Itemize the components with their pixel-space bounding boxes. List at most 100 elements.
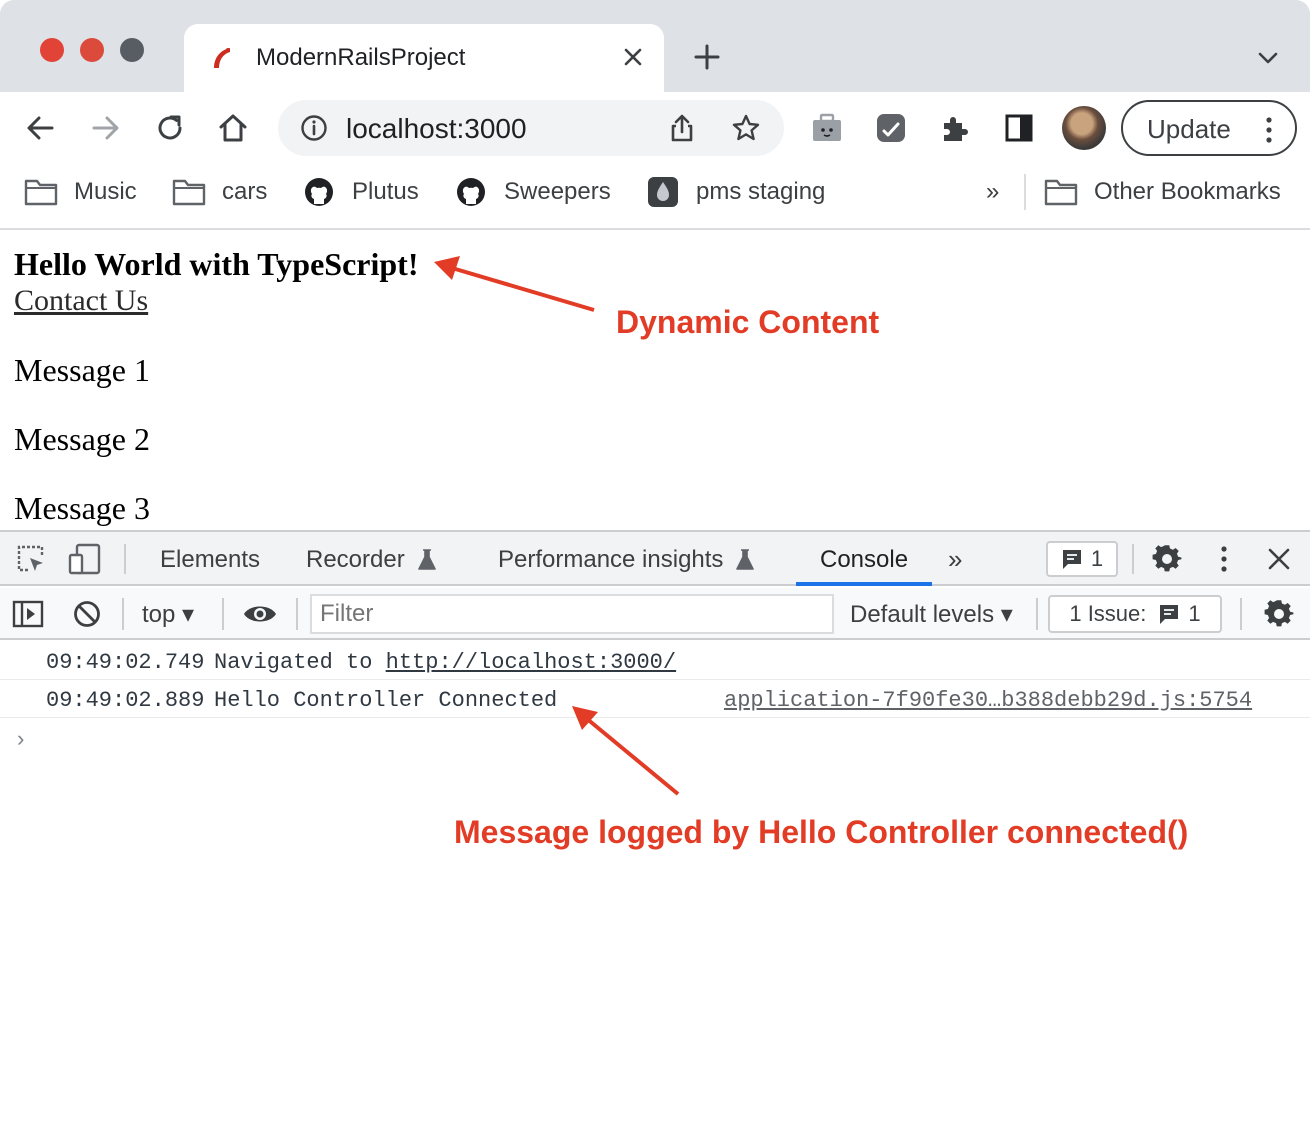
- folder-icon: [24, 179, 58, 206]
- active-tab[interactable]: ModernRailsProject: [184, 24, 664, 92]
- bookmark-label: Sweepers: [504, 178, 611, 205]
- issues-label: 1 Issue:: [1069, 601, 1147, 626]
- toolbar-divider: [122, 598, 124, 630]
- bookmark-plutus[interactable]: Plutus: [302, 176, 419, 208]
- new-tab-icon[interactable]: [692, 42, 722, 72]
- bookmark-star-icon[interactable]: [730, 112, 762, 144]
- reload-icon[interactable]: [153, 111, 187, 145]
- page-heading: Hello World with TypeScript!: [14, 246, 419, 282]
- log-text: Navigated to: [214, 650, 373, 675]
- devtools-tab-bar: Elements Recorder Performance insights C…: [0, 532, 1310, 586]
- bookmark-pms-staging[interactable]: pms staging: [646, 176, 825, 208]
- message-item: Message 2: [14, 421, 150, 457]
- extension-link-icon[interactable]: [874, 111, 908, 145]
- issues-button[interactable]: 1 Issue: 1: [1048, 595, 1222, 633]
- log-message: Navigated to http://localhost:3000/: [214, 650, 676, 675]
- update-button[interactable]: Update: [1121, 100, 1297, 156]
- tab-console[interactable]: Console: [820, 546, 908, 574]
- home-icon[interactable]: [216, 111, 250, 145]
- sidebar-toggle-icon[interactable]: [12, 600, 44, 628]
- zoom-window-button[interactable]: [120, 38, 144, 62]
- message-logged-annotation: Message logged by Hello Controller conne…: [454, 814, 1189, 850]
- bookmark-sweepers[interactable]: Sweepers: [454, 176, 611, 208]
- more-vertical-icon[interactable]: [1216, 544, 1232, 574]
- issues-count: 1: [1188, 601, 1201, 626]
- console-settings-gear-icon[interactable]: [1264, 599, 1294, 629]
- forward-arrow-icon[interactable]: [88, 111, 122, 145]
- site-info-icon[interactable]: [300, 114, 328, 142]
- filter-input[interactable]: [310, 594, 834, 634]
- tab-label: Performance insights: [498, 546, 724, 573]
- bookmark-label: pms staging: [696, 178, 826, 205]
- chevron-down-icon[interactable]: [1256, 46, 1280, 70]
- github-icon: [457, 178, 485, 206]
- dynamic-content-annotation: Dynamic Content: [616, 304, 880, 340]
- github-icon: [305, 178, 333, 206]
- console-log-row: 09:49:02.889 Hello Controller Connected …: [0, 680, 1310, 718]
- tab-label: Elements: [160, 546, 261, 573]
- more-tabs-button[interactable]: »: [948, 544, 962, 575]
- clear-console-icon[interactable]: [72, 599, 102, 629]
- rails-favicon-icon: [214, 48, 230, 68]
- active-tab-indicator: [796, 582, 932, 586]
- context-selector[interactable]: top ▾: [142, 600, 194, 629]
- message-item: Message 1: [14, 352, 150, 388]
- log-source-link[interactable]: application-7f90fe30…b388debb29d.js:5754: [724, 688, 1252, 713]
- droplet-icon: [648, 177, 678, 207]
- toolbar-divider: [1036, 598, 1038, 630]
- side-panel-icon[interactable]: [1002, 111, 1036, 145]
- contact-us-link[interactable]: Contact Us: [14, 284, 148, 318]
- tab-elements[interactable]: Elements: [160, 546, 260, 574]
- tab-label: Recorder: [306, 546, 405, 573]
- close-devtools-icon[interactable]: [1266, 546, 1292, 572]
- more-vertical-icon[interactable]: [1261, 116, 1277, 144]
- console-toolbar: top ▾ Default levels ▾ 1 Issue: 1: [0, 588, 1310, 640]
- bookmarks-bar: Music cars Plutus Sweepers pms staging »: [0, 164, 1310, 230]
- console-messages-badge[interactable]: 1: [1046, 541, 1118, 577]
- bookmark-music[interactable]: Music: [24, 176, 137, 208]
- tab-performance-insights[interactable]: Performance insights: [498, 546, 755, 574]
- tab-strip: ModernRailsProject: [0, 0, 1310, 92]
- bookmark-label: cars: [222, 178, 268, 205]
- toolbar-divider: [222, 598, 224, 630]
- bookmark-label: Plutus: [352, 178, 419, 205]
- folder-icon: [172, 179, 206, 206]
- live-expression-eye-icon[interactable]: [242, 602, 278, 626]
- back-arrow-icon[interactable]: [24, 111, 58, 145]
- extensions-puzzle-icon[interactable]: [938, 111, 972, 145]
- experimental-flask-icon: [736, 549, 755, 570]
- bookmark-cars[interactable]: cars: [172, 176, 267, 208]
- url-text[interactable]: localhost:3000: [346, 113, 527, 145]
- tab-title: ModernRailsProject: [256, 44, 466, 71]
- share-icon[interactable]: [666, 112, 698, 144]
- tab-label: Console: [820, 546, 909, 573]
- bookmark-label: Other Bookmarks: [1094, 178, 1281, 205]
- bookmarks-overflow-button[interactable]: »: [986, 178, 999, 206]
- message-item: Message 3: [14, 490, 150, 526]
- page-viewport: Hello World with TypeScript! Contact Us …: [0, 232, 1310, 530]
- messages-count: 1: [1090, 546, 1104, 571]
- settings-gear-icon[interactable]: [1152, 544, 1182, 574]
- close-tab-icon[interactable]: [620, 44, 646, 70]
- console-prompt[interactable]: ›: [14, 728, 27, 753]
- profile-avatar[interactable]: [1062, 106, 1106, 150]
- toolbar-divider: [1240, 598, 1242, 630]
- inspect-element-icon[interactable]: [16, 544, 46, 574]
- minimize-window-button[interactable]: [80, 38, 104, 62]
- log-timestamp: 09:49:02.889: [46, 688, 205, 713]
- extension-briefcase-icon[interactable]: [810, 111, 844, 145]
- bookmark-other[interactable]: Other Bookmarks: [1044, 176, 1281, 208]
- browser-toolbar: localhost:3000 Update: [0, 92, 1310, 164]
- toolbar-divider: [1132, 544, 1134, 574]
- navigated-url-link[interactable]: http://localhost:3000/: [386, 650, 676, 675]
- tab-recorder[interactable]: Recorder: [306, 546, 437, 574]
- log-message: Hello Controller Connected: [214, 688, 558, 713]
- close-window-button[interactable]: [40, 38, 64, 62]
- device-toolbar-icon[interactable]: [68, 543, 102, 575]
- address-bar[interactable]: localhost:3000: [278, 100, 784, 156]
- log-timestamp: 09:49:02.749: [46, 650, 205, 675]
- update-button-label: Update: [1147, 114, 1231, 144]
- log-levels-dropdown[interactable]: Default levels ▾: [850, 600, 1013, 629]
- toolbar-divider: [296, 598, 298, 630]
- bookmarks-divider: [1024, 174, 1026, 210]
